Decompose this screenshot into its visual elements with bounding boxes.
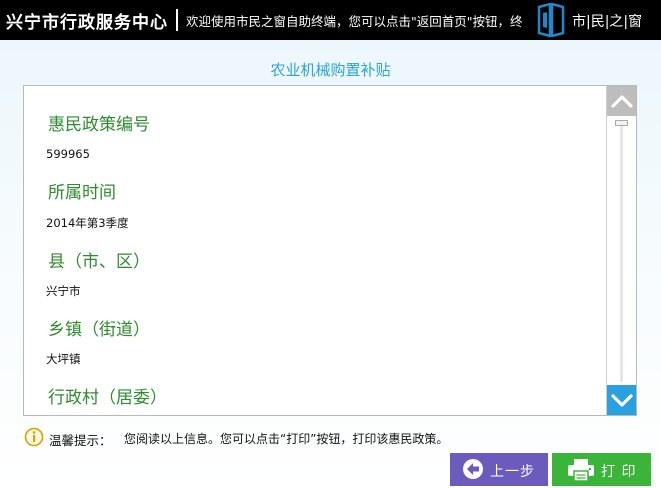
info-icon [24, 427, 44, 447]
hint-text: 您阅读以上信息。您可以点击“打印”按钮，打印该惠民政策。 [124, 432, 449, 446]
welcome-marquee-text: 欢迎使用市民之窗自助终端，您可以点击"返回首页"按钮，终 [186, 14, 523, 29]
township-label: 乡镇（街道） [48, 320, 150, 340]
window-logo-icon [537, 3, 565, 37]
period-label: 所属时间 [48, 183, 116, 203]
policy-number-value: 599965 [46, 147, 90, 161]
policy-detail-panel[interactable]: 惠民政策编号 599965 所属时间 2014年第3季度 县（市、区） 兴宁市 … [23, 85, 637, 416]
period-value: 2014年第3季度 [46, 216, 129, 230]
header-bar: 兴宁市行政服务中心 欢迎使用市民之窗自助终端，您可以点击"返回首页"按钮，终 市… [0, 0, 661, 40]
header-divider [176, 9, 178, 31]
logo-text: 市|民|之|窗 [572, 14, 643, 30]
chevron-up-icon [610, 95, 633, 108]
chevron-down-icon [610, 394, 633, 407]
app-title: 兴宁市行政服务中心 [6, 13, 168, 33]
back-arrow-icon [463, 459, 483, 479]
policy-detail-content: 惠民政策编号 599965 所属时间 2014年第3季度 县（市、区） 兴宁市 … [24, 86, 608, 415]
printer-icon [568, 459, 594, 482]
vertical-scrollbar[interactable] [606, 86, 636, 415]
previous-step-button[interactable]: 上一步 [450, 453, 548, 486]
print-button[interactable]: 打 印 [552, 453, 651, 486]
county-value: 兴宁市 [46, 284, 81, 298]
village-label: 行政村（居委） [48, 388, 167, 408]
page-title: 农业机械购置补贴 [270, 61, 391, 79]
scroll-thumb[interactable] [615, 120, 628, 126]
policy-number-label: 惠民政策编号 [48, 115, 150, 135]
welcome-marquee: 欢迎使用市民之窗自助终端，您可以点击"返回首页"按钮，终 [184, 0, 530, 40]
township-value: 大坪镇 [46, 352, 81, 366]
hint-label: 温馨提示： [49, 433, 112, 448]
previous-step-label: 上一步 [490, 464, 535, 480]
print-label: 打 印 [601, 464, 637, 480]
scroll-down-button[interactable] [607, 385, 636, 415]
scroll-track[interactable] [620, 120, 623, 382]
scroll-up-button[interactable] [607, 86, 636, 116]
county-label: 县（市、区） [48, 252, 150, 272]
